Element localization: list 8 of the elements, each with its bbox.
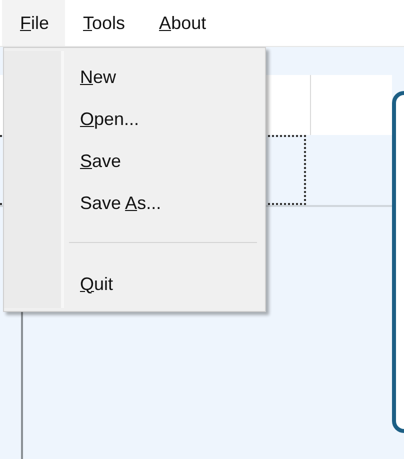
menu-title[interactable]: Tools — [65, 0, 142, 46]
menu-title[interactable]: About — [141, 0, 222, 46]
menu-item[interactable]: Quit — [69, 263, 257, 305]
menu-item[interactable]: Open... — [69, 98, 257, 140]
menu-item[interactable]: Save As... — [69, 182, 257, 224]
menu-item[interactable]: Save — [69, 140, 257, 182]
menu-item[interactable]: New — [69, 56, 257, 98]
menu-title[interactable]: File — [2, 0, 66, 46]
